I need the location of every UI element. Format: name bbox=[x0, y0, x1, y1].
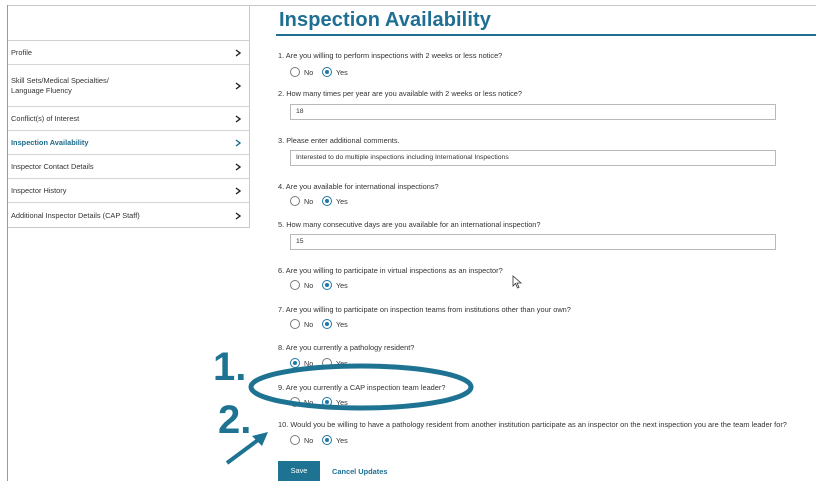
cancel-updates-link[interactable]: Cancel Updates bbox=[332, 467, 387, 476]
question-7-label: 7. Are you willing to participate on ins… bbox=[278, 305, 571, 314]
question-3-label: 3. Please enter additional comments. bbox=[278, 136, 400, 145]
page-title: Inspection Availability bbox=[279, 9, 491, 31]
save-button[interactable]: Save bbox=[278, 461, 320, 481]
consecutive-days-input[interactable]: 15 bbox=[290, 234, 776, 250]
radio-yes[interactable] bbox=[322, 280, 332, 290]
radio-yes[interactable] bbox=[322, 196, 332, 206]
radio-yes[interactable] bbox=[322, 358, 332, 368]
radio-yes[interactable] bbox=[322, 319, 332, 329]
radio-yes-label: Yes bbox=[336, 68, 348, 77]
radio-yes-label: Yes bbox=[336, 281, 348, 290]
additional-comments-input[interactable]: Interested to do multiple inspections in… bbox=[290, 150, 776, 166]
sidebar-item-skill-sets[interactable]: Skill Sets/Medical Specialties/ Language… bbox=[8, 65, 249, 107]
question-9-label: 9. Are you currently a CAP inspection te… bbox=[278, 383, 446, 392]
chevron-right-icon bbox=[235, 114, 242, 123]
radio-yes-label: Yes bbox=[336, 436, 348, 445]
mouse-cursor-icon bbox=[512, 275, 523, 289]
question-8-label: 8. Are you currently a pathology residen… bbox=[278, 343, 415, 352]
radio-no-label: No bbox=[304, 197, 314, 206]
radio-yes-label: Yes bbox=[336, 398, 348, 407]
sidebar-item-inspection-availability[interactable]: Inspection Availability bbox=[8, 131, 249, 155]
radio-no[interactable] bbox=[290, 397, 300, 407]
sidebar-item-label: Inspection Availability bbox=[11, 137, 89, 147]
chevron-right-icon bbox=[235, 48, 242, 57]
chevron-right-icon bbox=[235, 162, 242, 171]
sidebar-item-label: Skill Sets/Medical Specialties/ Language… bbox=[11, 75, 109, 95]
radio-no[interactable] bbox=[290, 435, 300, 445]
sidebar-header bbox=[8, 6, 249, 41]
annotation-number-1: 1. bbox=[213, 345, 247, 389]
radio-yes[interactable] bbox=[322, 435, 332, 445]
sidebar-item-label: Profile bbox=[11, 47, 32, 57]
radio-no-label: No bbox=[304, 320, 314, 329]
annotation-number-2: 2. bbox=[218, 398, 252, 442]
chevron-right-icon bbox=[235, 211, 242, 220]
radio-no[interactable] bbox=[290, 196, 300, 206]
sidebar-item-inspector-history[interactable]: Inspector History bbox=[8, 179, 249, 203]
question-1-label: 1. Are you willing to perform inspection… bbox=[278, 51, 503, 60]
sidebar-item-additional-details[interactable]: Additional Inspector Details (CAP Staff) bbox=[8, 203, 249, 228]
chevron-right-icon bbox=[235, 186, 242, 195]
radio-no-label: No bbox=[304, 436, 314, 445]
radio-yes[interactable] bbox=[322, 397, 332, 407]
radio-no[interactable] bbox=[290, 319, 300, 329]
radio-yes-label: Yes bbox=[336, 320, 348, 329]
radio-yes-label: Yes bbox=[336, 359, 348, 368]
radio-no-label: No bbox=[304, 68, 314, 77]
sidebar-item-label: Additional Inspector Details (CAP Staff) bbox=[11, 210, 140, 220]
sidebar-item-label: Conflict(s) of Interest bbox=[11, 113, 80, 123]
radio-yes[interactable] bbox=[322, 67, 332, 77]
question-4-label: 4. Are you available for international i… bbox=[278, 182, 439, 191]
annotation-arrow-head bbox=[252, 432, 268, 446]
radio-no[interactable] bbox=[290, 280, 300, 290]
sidebar-item-conflicts[interactable]: Conflict(s) of Interest bbox=[8, 107, 249, 131]
radio-no-label: No bbox=[304, 398, 314, 407]
radio-no[interactable] bbox=[290, 358, 300, 368]
chevron-right-icon bbox=[235, 81, 242, 90]
question-5-label: 5. How many consecutive days are you ava… bbox=[278, 220, 541, 229]
sidebar-item-contact-details[interactable]: Inspector Contact Details bbox=[8, 155, 249, 179]
question-2-label: 2. How many times per year are you avail… bbox=[278, 89, 523, 98]
question-6-label: 6. Are you willing to participate in vir… bbox=[278, 266, 503, 275]
sidebar-item-profile[interactable]: Profile bbox=[8, 41, 249, 65]
radio-yes-label: Yes bbox=[336, 197, 348, 206]
sidebar-nav: Profile Skill Sets/Medical Specialties/ … bbox=[8, 6, 250, 228]
question-10-label: 10. Would you be willing to have a patho… bbox=[278, 420, 787, 429]
title-divider bbox=[276, 34, 816, 36]
radio-no-label: No bbox=[304, 359, 314, 368]
sidebar-item-label: Inspector Contact Details bbox=[11, 161, 94, 171]
radio-no[interactable] bbox=[290, 67, 300, 77]
chevron-right-icon bbox=[235, 138, 242, 147]
times-per-year-input[interactable]: 18 bbox=[290, 104, 776, 120]
radio-no-label: No bbox=[304, 281, 314, 290]
sidebar-item-label: Inspector History bbox=[11, 185, 67, 195]
